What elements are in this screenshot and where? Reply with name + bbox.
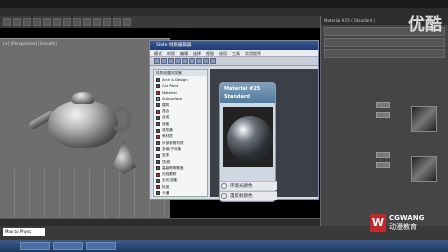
zoom-icon[interactable] <box>210 58 216 64</box>
parameter-spinner[interactable] <box>376 152 390 158</box>
pick-material-icon[interactable] <box>154 58 160 64</box>
material-type-icon <box>156 115 160 120</box>
align-icon[interactable] <box>103 18 111 26</box>
grid-floor <box>0 169 170 219</box>
layout-icon[interactable] <box>203 58 209 64</box>
material-type-icon <box>156 191 160 196</box>
slot-label: 漫反射颜色 <box>230 194 253 199</box>
scale-icon[interactable] <box>73 18 81 26</box>
node-header[interactable]: Material #25 Standard <box>220 83 275 103</box>
time-slider[interactable] <box>0 218 320 226</box>
editor-menu-bar: 模式 材质 编辑 选择 视图 选项 工具 实用程序 <box>150 50 318 57</box>
app-menu-bar <box>0 8 448 16</box>
panel-rollout[interactable] <box>324 49 445 58</box>
brand-name-en: CGWANG <box>389 214 425 222</box>
material-type-icon <box>156 178 160 183</box>
node-slot[interactable]: 环境光颜色 <box>220 181 277 190</box>
hide-unused-slots-icon[interactable] <box>182 58 188 64</box>
editor-toolbar <box>150 57 318 66</box>
material-type-icon <box>156 166 160 171</box>
node-type: Standard <box>224 94 250 100</box>
material-type-icon <box>156 160 160 164</box>
material-editor-icon[interactable] <box>113 18 121 26</box>
move-children-icon[interactable] <box>175 58 181 64</box>
assign-material-icon[interactable] <box>161 58 167 64</box>
menu-item[interactable]: 编辑 <box>180 50 188 56</box>
menu-item[interactable]: 选项 <box>219 50 227 56</box>
slot-socket-icon[interactable] <box>221 193 227 199</box>
material-type-icon <box>156 128 160 133</box>
material-type-icon <box>156 97 160 102</box>
taskbar-item[interactable] <box>86 242 116 250</box>
render-icon[interactable] <box>123 18 131 26</box>
app-title-bar <box>0 0 448 8</box>
material-type-icon <box>156 90 160 95</box>
map-preview-swatch[interactable] <box>411 106 437 132</box>
panel-rollout[interactable] <box>324 38 445 47</box>
material-type-icon <box>156 141 160 146</box>
background-icon[interactable] <box>196 58 202 64</box>
map-preview-swatch[interactable] <box>411 156 437 182</box>
parameter-spinner[interactable] <box>376 162 390 168</box>
list-item[interactable]: 卡通 <box>156 190 205 196</box>
material-type-icon <box>156 122 160 127</box>
parameter-spinner[interactable] <box>376 112 390 118</box>
maxscript-listener-field[interactable]: Max to Physc <box>3 228 45 236</box>
material-preview-sphere <box>227 116 273 162</box>
material-type-icon <box>156 185 160 190</box>
material-list: Arch & Design Car Paint Material Subsurf… <box>154 76 207 198</box>
redo-icon[interactable] <box>13 18 21 26</box>
teapot-object[interactable] <box>48 100 118 148</box>
command-panel: Material #25 ( Standard ) <box>320 16 448 226</box>
material-type-icon <box>156 134 160 139</box>
brand-name-cn: 动漫教育 <box>389 223 417 231</box>
menu-item[interactable]: 实用程序 <box>245 50 261 56</box>
delete-icon[interactable] <box>168 58 174 64</box>
select-icon[interactable] <box>43 18 51 26</box>
material-type-icon <box>156 84 160 89</box>
menu-item[interactable]: 模式 <box>154 50 162 56</box>
link-icon[interactable] <box>23 18 31 26</box>
brand-mark-icon: W <box>370 214 386 232</box>
parameter-spinner[interactable] <box>376 102 390 108</box>
menu-item[interactable]: 选择 <box>193 50 201 56</box>
cgwang-logo: W CGWANG 动漫教育 <box>370 210 444 236</box>
editor-title: Slate 材质编辑器 <box>150 41 318 50</box>
node-slot[interactable]: 漫反射颜色 <box>220 191 277 200</box>
teapot-lid <box>72 92 94 104</box>
mirror-icon[interactable] <box>93 18 101 26</box>
taskbar-item[interactable] <box>53 242 83 250</box>
os-taskbar <box>0 240 448 252</box>
material-type-icon <box>156 153 160 158</box>
slot-label: 环境光颜色 <box>230 184 253 189</box>
rotate-icon[interactable] <box>63 18 71 26</box>
material-type-icon <box>156 109 160 114</box>
slot-socket-icon[interactable] <box>221 183 227 189</box>
material-type-icon <box>156 103 160 108</box>
material-node[interactable]: Material #25 Standard 环境光颜色 漫反射颜色 <box>219 82 277 202</box>
menu-item[interactable]: 材质 <box>167 50 175 56</box>
menu-item[interactable]: 工具 <box>232 50 240 56</box>
undo-icon[interactable] <box>3 18 11 26</box>
material-map-browser: 材质/贴图浏览器 Arch & Design Car Paint Materia… <box>153 69 208 197</box>
move-icon[interactable] <box>53 18 61 26</box>
show-map-icon[interactable] <box>189 58 195 64</box>
unlink-icon[interactable] <box>33 18 41 26</box>
teapot-handle <box>110 106 132 132</box>
main-toolbar <box>0 16 320 28</box>
material-type-icon <box>156 147 160 152</box>
youku-watermark: 优酷 <box>408 15 442 35</box>
snap-icon[interactable] <box>83 18 91 26</box>
node-name: Material #25 <box>224 86 261 92</box>
material-type-icon <box>156 172 160 177</box>
taskbar-item[interactable] <box>20 242 50 250</box>
viewport-label[interactable]: [+] [Perspective] [Smooth] <box>3 41 57 46</box>
material-type-icon <box>156 78 160 83</box>
menu-item[interactable]: 视图 <box>206 50 214 56</box>
